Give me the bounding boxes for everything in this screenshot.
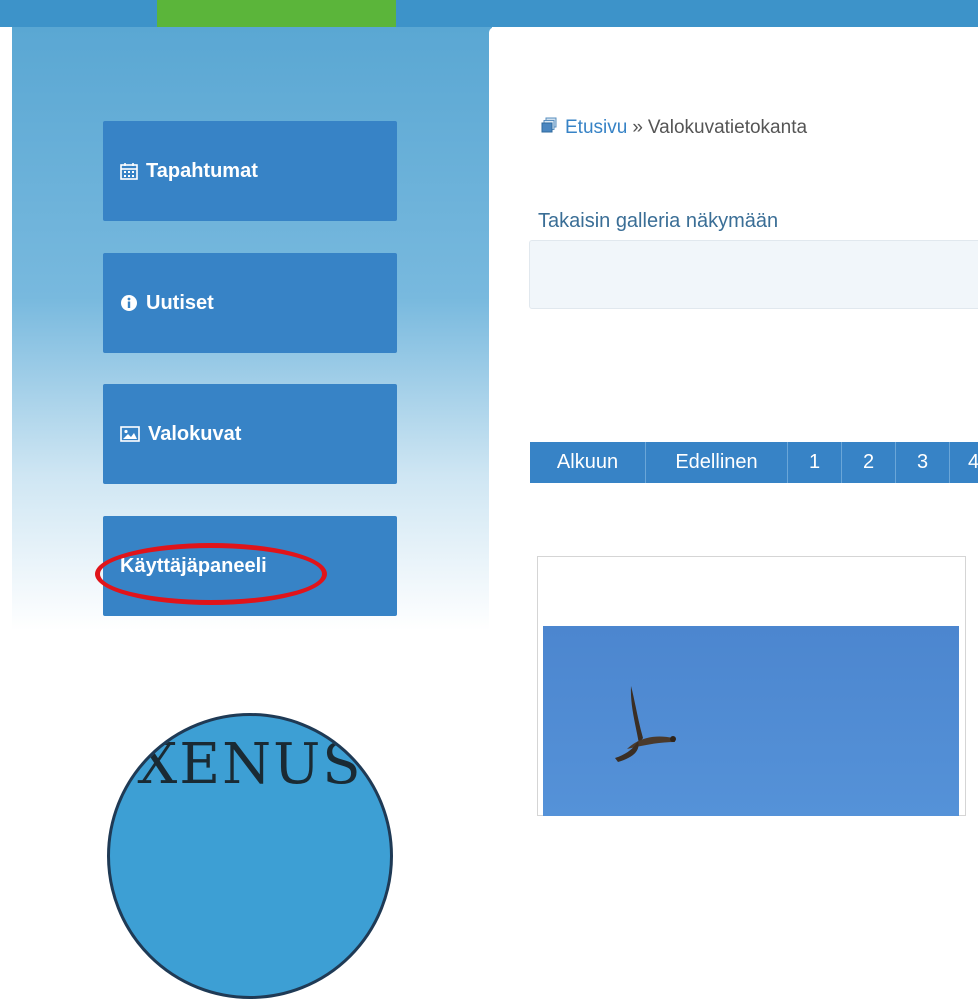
pagination-page-3[interactable]: 3 — [896, 442, 950, 483]
sidebar-item-label: Tapahtumat — [146, 159, 258, 182]
filter-panel — [529, 240, 978, 309]
sidebar-item-label: Uutiset — [146, 291, 214, 314]
info-icon — [120, 294, 138, 312]
sidebar-item-kayttajapaneeli[interactable]: Käyttäjäpaneeli — [103, 516, 397, 616]
pagination-page-4[interactable]: 4 — [950, 442, 978, 483]
sidebar-item-label: Käyttäjäpaneeli — [120, 554, 267, 577]
logo-text: XENUS — [137, 732, 363, 797]
breadcrumb-current: Valokuvatietokanta — [647, 117, 808, 138]
breadcrumb: Etusivu » Valokuvatietokanta — [541, 117, 807, 139]
photo-thumbnail[interactable] — [543, 626, 959, 816]
breadcrumb-home-link[interactable]: Etusivu — [565, 117, 627, 139]
sidebar-item-valokuvat[interactable]: Valokuvat — [103, 384, 397, 484]
sidebar-item-tapahtumat[interactable]: Tapahtumat — [103, 121, 397, 221]
pagination-first[interactable]: Alkuun — [530, 442, 646, 483]
pagination-page-1[interactable]: 1 — [788, 442, 842, 483]
breadcrumb-separator: » — [632, 117, 643, 138]
sidebar-item-label: Valokuvat — [148, 422, 242, 445]
home-icon — [541, 117, 557, 139]
top-bar — [0, 0, 978, 27]
bird-image — [615, 686, 676, 762]
image-icon — [120, 425, 140, 443]
pagination-previous[interactable]: Edellinen — [646, 442, 788, 483]
calendar-icon — [120, 162, 138, 180]
back-to-gallery-link[interactable]: Takaisin galleria näkymään — [538, 210, 778, 233]
top-bar-accent — [157, 0, 396, 27]
club-logo: XENUS — [107, 713, 393, 999]
pagination-page-2[interactable]: 2 — [842, 442, 896, 483]
pagination: Alkuun Edellinen 1 2 3 4 — [530, 442, 978, 483]
sidebar-item-uutiset[interactable]: Uutiset — [103, 253, 397, 353]
